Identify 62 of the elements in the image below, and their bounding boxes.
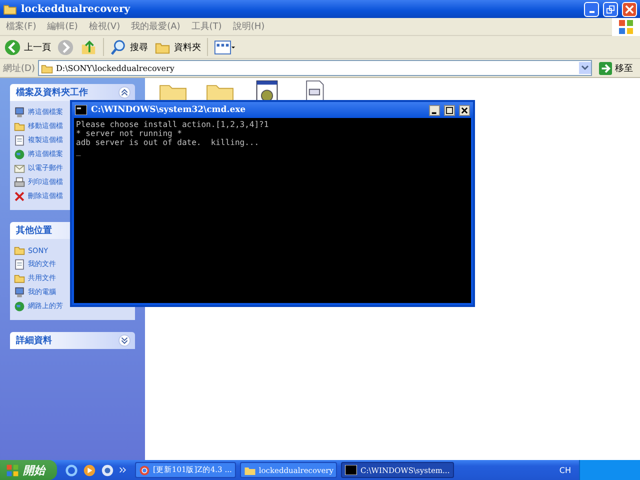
chevron-icon[interactable] — [118, 86, 131, 99]
address-field[interactable]: D:\SONY\lockeddualrecovery — [38, 60, 592, 76]
folder-up-icon — [80, 38, 97, 56]
restore-button[interactable] — [603, 2, 618, 16]
go-button[interactable]: 移至 — [595, 62, 637, 74]
document-icon — [14, 134, 25, 146]
system-tray — [579, 460, 640, 480]
section-header[interactable]: 檔案及資料夾工作 — [10, 84, 135, 101]
console-icon — [75, 105, 87, 115]
restore-icon — [606, 4, 615, 14]
console-line: _ — [76, 147, 82, 156]
views-icon — [214, 40, 236, 54]
up-button[interactable] — [80, 38, 97, 56]
folder-icon — [244, 464, 256, 476]
search-icon — [110, 38, 127, 56]
console-line: * server not running * — [76, 129, 183, 138]
folder-icon — [14, 244, 25, 256]
chevron-icon[interactable] — [118, 334, 131, 347]
section-header[interactable]: 詳細資料 — [10, 332, 135, 349]
menu-item[interactable]: 說明(H) — [232, 20, 265, 33]
media-player-icon[interactable] — [83, 464, 96, 476]
back-button[interactable]: 上一頁 — [4, 38, 51, 56]
close-icon — [461, 106, 468, 114]
search-button[interactable]: 搜尋 — [110, 38, 148, 56]
close-icon — [625, 4, 634, 14]
menu-item[interactable]: 我的最愛(A) — [131, 20, 180, 33]
printer-icon — [14, 176, 25, 188]
close-button[interactable] — [459, 104, 470, 116]
maximize-button[interactable] — [444, 104, 455, 116]
menu-item[interactable]: 檔案(F) — [6, 20, 36, 33]
folder-icon — [14, 120, 25, 132]
minimize-icon — [588, 11, 594, 13]
document-icon — [14, 258, 25, 270]
envelope-icon — [14, 162, 25, 174]
minimize-button[interactable] — [429, 104, 440, 116]
folder-icon — [40, 62, 53, 74]
cross-icon — [14, 190, 25, 202]
windows-logo-icon — [6, 464, 19, 476]
window-title: lockeddualrecovery — [21, 4, 130, 14]
right-arrow-icon — [599, 62, 612, 74]
folders-button[interactable]: 資料夾 — [154, 38, 201, 56]
globe-icon — [14, 300, 25, 312]
console-icon — [345, 465, 358, 475]
console-line: adb server is out of date. killing... — [76, 138, 260, 147]
start-button[interactable]: 開始 — [0, 460, 57, 480]
window-title: C:\WINDOWS\system32\cmd.exe — [91, 105, 246, 115]
folder-icon — [3, 3, 17, 15]
folder-icon — [14, 272, 25, 284]
language-indicator[interactable]: CH — [559, 466, 575, 474]
dropdown-icon[interactable] — [579, 62, 591, 74]
windows-logo-icon — [612, 18, 640, 36]
globe-icon — [14, 148, 25, 160]
monitor-icon — [14, 286, 25, 298]
address-label: 網址(D) — [3, 62, 35, 74]
menu-item[interactable]: 編輯(E) — [47, 20, 78, 33]
console-line: Please choose install action.[1,2,3,4]?1 — [76, 120, 270, 129]
views-button[interactable] — [214, 40, 236, 54]
maximize-icon — [446, 106, 453, 114]
monitor-icon — [14, 106, 25, 118]
menu-item[interactable]: 工具(T) — [191, 20, 222, 33]
menu-item[interactable]: 檢視(V) — [88, 20, 120, 33]
address-text: D:\SONY\lockeddualrecovery — [56, 64, 174, 72]
